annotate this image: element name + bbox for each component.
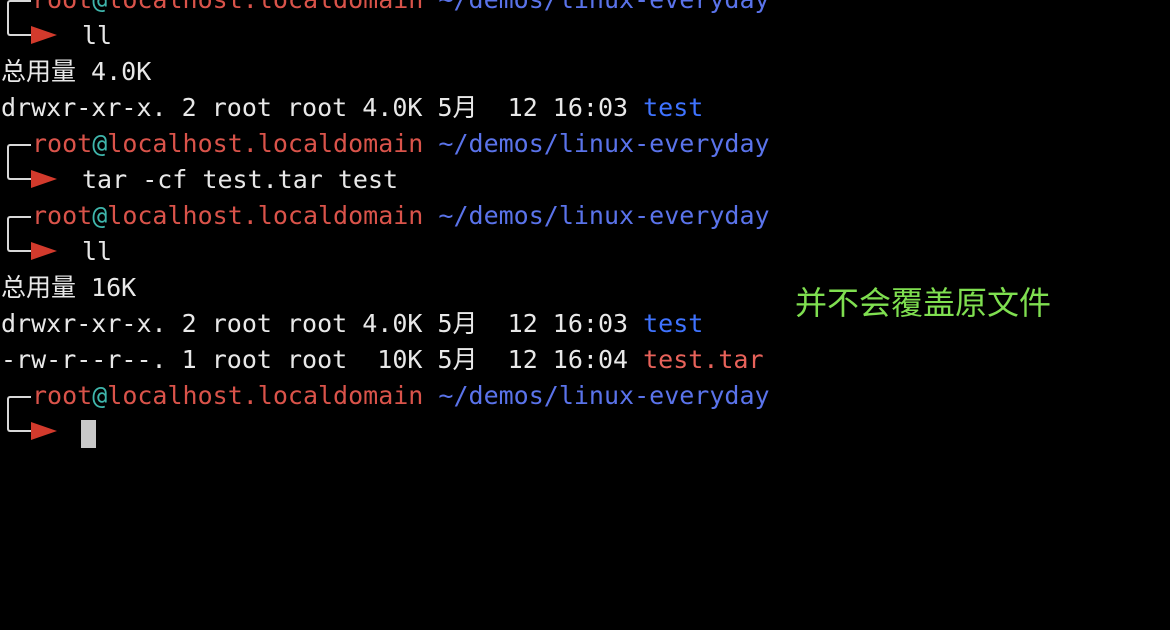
- output-total: 总用量 4.0K: [1, 57, 152, 86]
- active-command-line[interactable]: [0, 414, 1170, 450]
- prompt-text: root@localhost.localdomain ~/demos/linux…: [32, 0, 770, 18]
- command-line: ll: [0, 18, 1170, 54]
- listing-row: drwxr-xr-x. 2 root root 4.0K 5月 12 16:03…: [1, 93, 704, 122]
- prompt-line: root@localhost.localdomain ~/demos/linux…: [0, 0, 1170, 18]
- prompt-arrow-icon: [31, 242, 57, 260]
- annotation-text: 并不会覆盖原文件: [795, 284, 1052, 322]
- prompt-arrow-icon: [31, 422, 57, 440]
- cursor-icon: [81, 420, 96, 448]
- prompt-corner-icon: [7, 216, 31, 234]
- prompt-pipe-icon: [7, 414, 33, 432]
- file-name-dir: test: [643, 309, 704, 338]
- terminal-output: root@localhost.localdomain ~/demos/linux…: [0, 0, 1170, 450]
- command-text: ll: [82, 21, 113, 50]
- prompt-corner-icon: [7, 0, 31, 18]
- file-name-archive: test.tar: [643, 345, 764, 374]
- prompt-corner-icon: [7, 144, 31, 162]
- prompt-text: root@localhost.localdomain ~/demos/linux…: [32, 129, 770, 158]
- prompt-text: root@localhost.localdomain ~/demos/linux…: [32, 381, 770, 410]
- prompt-arrow-icon: [31, 26, 57, 44]
- prompt-line: root@localhost.localdomain ~/demos/linux…: [0, 198, 1170, 234]
- command-text: tar -cf test.tar test: [82, 165, 399, 194]
- file-name-dir: test: [643, 93, 704, 122]
- prompt-pipe-icon: [7, 18, 33, 36]
- command-line: tar -cf test.tar test: [0, 162, 1170, 198]
- prompt-line: root@localhost.localdomain ~/demos/linux…: [0, 126, 1170, 162]
- command-text: ll: [82, 237, 113, 266]
- prompt-arrow-icon: [31, 170, 57, 188]
- prompt-pipe-icon: [7, 234, 33, 252]
- prompt-pipe-icon: [7, 162, 33, 180]
- listing-row: -rw-r--r--. 1 root root 10K 5月 12 16:04 …: [1, 345, 764, 374]
- prompt-line: root@localhost.localdomain ~/demos/linux…: [0, 378, 1170, 414]
- prompt-corner-icon: [7, 396, 31, 414]
- prompt-text: root@localhost.localdomain ~/demos/linux…: [32, 201, 770, 230]
- command-line: ll: [0, 234, 1170, 270]
